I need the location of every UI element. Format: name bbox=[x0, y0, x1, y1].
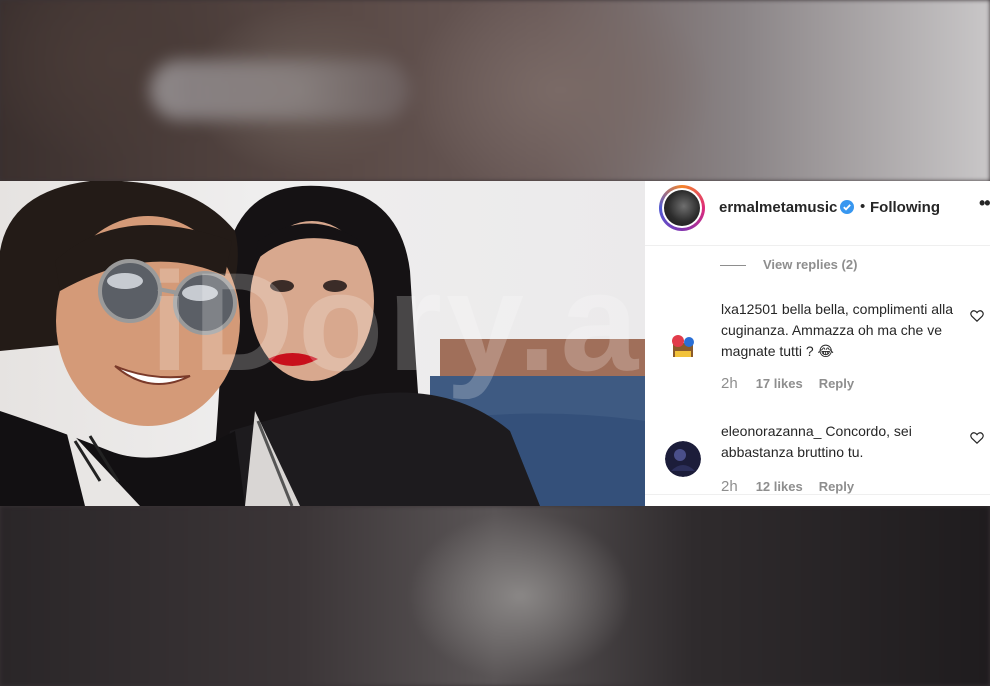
comment-reply-button[interactable]: Reply bbox=[819, 479, 854, 494]
comment-username[interactable]: eleonorazanna_ bbox=[721, 423, 821, 439]
verified-badge-icon bbox=[840, 200, 854, 214]
profile-picture bbox=[664, 190, 700, 226]
cartoon-avatar-icon bbox=[665, 329, 701, 365]
panel-divider bbox=[645, 494, 990, 495]
blurred-background-top bbox=[0, 0, 990, 181]
comment-time: 2h bbox=[721, 375, 738, 392]
comment-avatar[interactable] bbox=[665, 329, 701, 365]
comment-time: 2h bbox=[721, 478, 738, 495]
comment-username[interactable]: lxa12501 bbox=[721, 301, 778, 317]
comment-reply-button[interactable]: Reply bbox=[819, 376, 854, 391]
like-heart-icon[interactable] bbox=[970, 309, 984, 323]
blurred-background-bottom bbox=[0, 506, 990, 686]
more-options-icon[interactable]: •• bbox=[979, 193, 990, 214]
comment-meta: 2h 17 likes Reply bbox=[721, 375, 870, 392]
dark-avatar-icon bbox=[665, 441, 701, 477]
post-header: ermalmetamusic • Following •• bbox=[645, 181, 990, 246]
post-photo: iDory.al bbox=[0, 181, 645, 506]
profile-avatar[interactable] bbox=[659, 185, 705, 231]
comment-meta: 2h 12 likes Reply bbox=[721, 478, 870, 495]
separator-dot: • bbox=[860, 198, 866, 215]
profile-avatar-frame bbox=[662, 188, 702, 228]
view-replies-label: View replies (2) bbox=[763, 257, 858, 272]
post-side-panel: ermalmetamusic • Following •• View repli… bbox=[645, 181, 990, 506]
comment-likes[interactable]: 17 likes bbox=[756, 376, 803, 391]
post-username[interactable]: ermalmetamusic bbox=[719, 199, 837, 216]
background-glare bbox=[150, 60, 410, 120]
comment-text-block: eleonorazanna_ Concordo, sei abbastanza b… bbox=[721, 421, 959, 463]
comment-text-block: lxa12501 bella bella, complimenti alla cu… bbox=[721, 299, 959, 362]
following-button[interactable]: Following bbox=[870, 199, 940, 216]
comment-likes[interactable]: 12 likes bbox=[756, 479, 803, 494]
comment-avatar[interactable] bbox=[665, 441, 701, 477]
replies-line bbox=[720, 265, 746, 266]
like-heart-icon[interactable] bbox=[970, 431, 984, 445]
selfie-illustration bbox=[0, 181, 645, 506]
